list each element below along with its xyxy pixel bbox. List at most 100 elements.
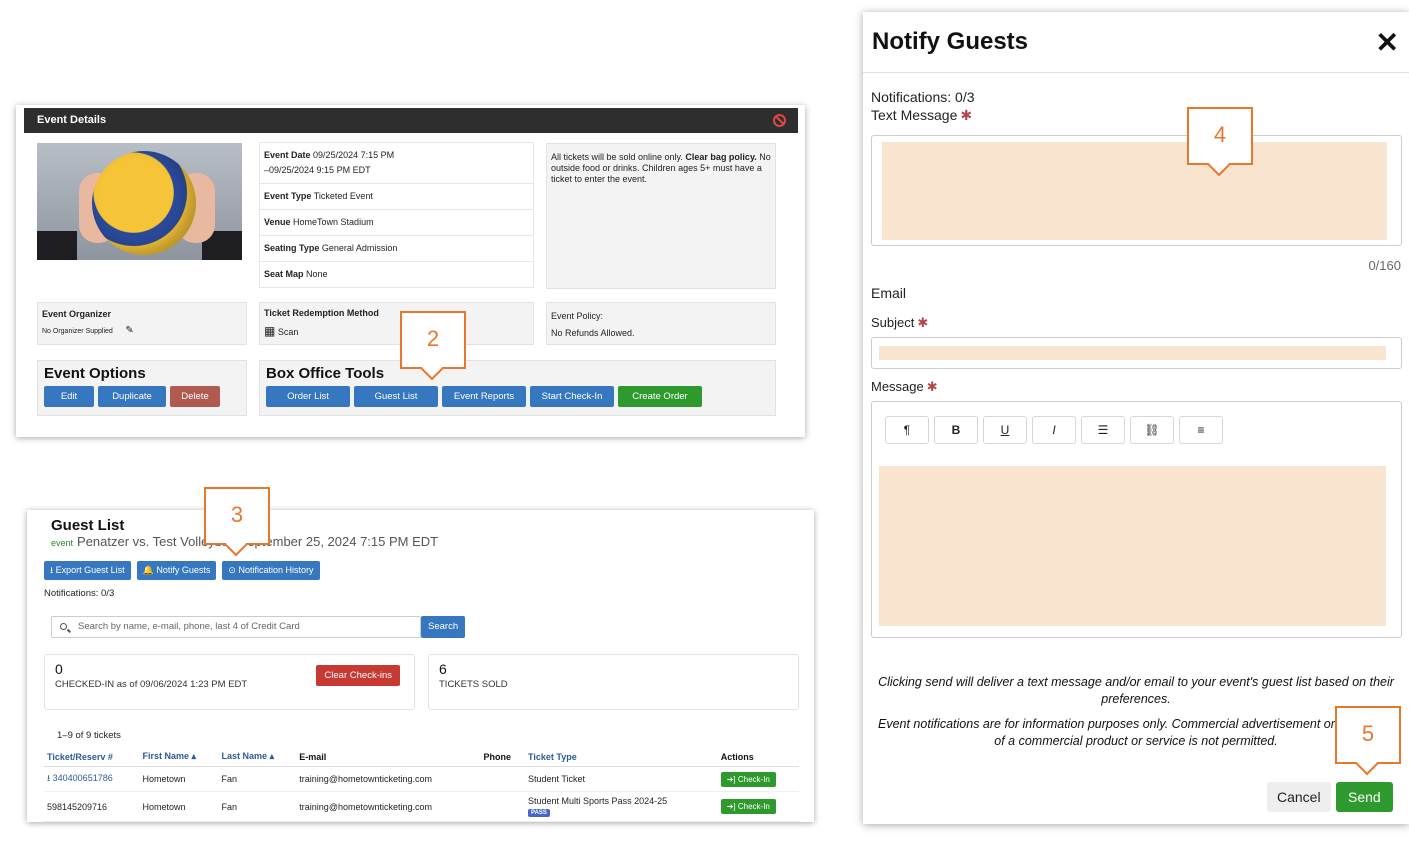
- seating-row: Seating Type General Admission: [259, 235, 534, 262]
- paragraph-icon[interactable]: ¶: [885, 416, 929, 444]
- create-order-button[interactable]: Create Order: [618, 386, 702, 407]
- checked-in-stat: 0 CHECKED-IN as of 09/06/2024 1:23 PM ED…: [44, 654, 415, 710]
- text-message-field[interactable]: [871, 135, 1402, 246]
- col-ticket[interactable]: Ticket/Reserv #: [44, 747, 140, 767]
- seatmap-label: Seat Map: [264, 269, 304, 279]
- guest-list-buttons: ⭳ Export Guest List 🔔 Notify Guests ⊙ Noti…: [44, 560, 326, 580]
- table-header-row: Ticket/Reserv # First Name ▴ Last Name ▴…: [44, 747, 799, 767]
- close-icon[interactable]: ✕: [1376, 26, 1399, 59]
- delete-button[interactable]: Delete: [170, 386, 220, 407]
- table-row: 598145209716 Hometown Fan training@homet…: [44, 791, 799, 822]
- modal-title: Notify Guests: [872, 28, 1029, 55]
- send-note: Clicking send will deliver a text messag…: [878, 675, 1394, 706]
- required-icon: ✱: [960, 107, 973, 123]
- organizer-label: Event Organizer: [42, 309, 112, 319]
- text-message-label: Text Message ✱: [871, 107, 972, 124]
- italic-icon[interactable]: I: [1032, 416, 1076, 444]
- edit-button[interactable]: Edit: [44, 386, 94, 407]
- email-section-label: Email: [871, 285, 907, 301]
- char-counter: 0/160: [1368, 258, 1401, 273]
- redemption-label: Ticket Redemption Method: [264, 308, 379, 318]
- step-callout-3: 3: [204, 487, 270, 545]
- email: training@hometownticketing.com: [296, 766, 481, 792]
- seating-value: General Admission: [321, 243, 398, 253]
- subject-label-text: Subject: [871, 315, 915, 330]
- col-last-name[interactable]: Last Name ▴: [218, 747, 297, 767]
- message-label-text: Message: [871, 379, 924, 394]
- event-description: All tickets will be sold online only. Cl…: [546, 143, 776, 289]
- modal-notifications-count: Notifications: 0/3: [871, 89, 975, 105]
- table-row: ⭳ 340400651786 Hometown Fan training@hom…: [44, 766, 799, 792]
- link-icon[interactable]: ⛓: [1130, 416, 1174, 444]
- col-ticket-type[interactable]: Ticket Type: [525, 747, 718, 767]
- redemption-value: Scan: [277, 327, 299, 337]
- ticket-number: 598145209716: [44, 791, 140, 822]
- event-type-value: Ticketed Event: [313, 191, 373, 201]
- no-entry-icon[interactable]: [773, 114, 786, 127]
- event-options-title: Event Options: [44, 365, 146, 382]
- guest-list-button[interactable]: Guest List: [354, 386, 438, 407]
- notification-history-button[interactable]: ⊙ Notification History: [222, 561, 320, 580]
- step-callout-4: 4: [1187, 107, 1253, 165]
- search-input[interactable]: Search by name, e-mail, phone, last 4 of…: [51, 616, 421, 638]
- subject-label: Subject ✱: [871, 315, 928, 331]
- col-first-name[interactable]: First Name ▴: [139, 747, 219, 767]
- ticket-number[interactable]: ⭳ 340400651786: [44, 766, 140, 792]
- event-details-header: Event Details: [24, 108, 798, 133]
- venue-value: HomeTown Stadium: [293, 217, 374, 227]
- guest-table: Ticket/Reserv # First Name ▴ Last Name ▴…: [44, 747, 799, 822]
- tickets-sold-count: 6: [439, 661, 447, 677]
- step-callout-5: 5: [1335, 706, 1401, 764]
- event-options-box: Event Options Edit Duplicate Delete: [37, 360, 247, 416]
- first-name: Hometown: [139, 766, 219, 792]
- ticket-type-cell: Student Multi Sports Pass 2024-25 PASS: [525, 791, 718, 822]
- message-editor: ¶ B U I ☰ ⛓ ≡: [871, 401, 1402, 638]
- text-message-fill: [882, 142, 1387, 240]
- volleyball-image: [92, 151, 196, 255]
- tickets-count: 1–9 of 9 tickets: [57, 730, 121, 741]
- phone: [480, 766, 526, 792]
- bold-icon[interactable]: B: [934, 416, 978, 444]
- pencil-icon[interactable]: ✎: [125, 325, 133, 336]
- ticket-redemption-box: Ticket Redemption Method ▦ Scan: [259, 302, 534, 345]
- send-button[interactable]: Send: [1336, 782, 1393, 812]
- ticket-type: Student Multi Sports Pass 2024-25: [528, 796, 668, 806]
- required-icon: ✱: [926, 379, 938, 394]
- check-in-button[interactable]: ➔] Check-In: [720, 771, 776, 787]
- last-name: Fan: [218, 766, 297, 792]
- venue-label: Venue: [264, 217, 291, 227]
- ticket-type: Student Ticket: [525, 766, 718, 792]
- seating-label: Seating Type: [264, 243, 320, 253]
- event-date-value: 09/25/2024 7:15 PM: [313, 150, 395, 160]
- required-icon: ✱: [917, 315, 929, 330]
- message-body-field[interactable]: [879, 466, 1386, 626]
- underline-icon[interactable]: U: [983, 416, 1027, 444]
- event-type-row: Event Type Ticketed Event: [259, 183, 534, 210]
- list-icon[interactable]: ☰: [1081, 416, 1125, 444]
- organizer-value: No Organizer Supplied: [42, 328, 113, 335]
- check-in-button[interactable]: ➔] Check-In: [720, 799, 776, 814]
- policy-text-1: All tickets will be sold online only.: [551, 152, 683, 162]
- email: training@hometownticketing.com: [296, 791, 481, 822]
- seatmap-row: Seat Map None: [259, 261, 534, 288]
- clear-check-ins-button[interactable]: Clear Check-ins: [316, 665, 400, 686]
- policy-note: Event notifications are for information …: [878, 717, 1394, 748]
- export-guest-list-button[interactable]: ⭳ Export Guest List: [44, 561, 131, 580]
- event-reports-button[interactable]: Event Reports: [442, 386, 526, 407]
- event-tag: event: [51, 538, 74, 548]
- event-policy-label: Event Policy:: [551, 311, 604, 321]
- order-list-button[interactable]: Order List: [266, 386, 350, 407]
- notifications-count: Notifications: 0/3: [44, 588, 115, 599]
- cancel-button[interactable]: Cancel: [1267, 782, 1331, 812]
- align-icon[interactable]: ≡: [1179, 416, 1223, 444]
- search-button[interactable]: Search: [421, 616, 466, 638]
- subject-field[interactable]: [871, 337, 1402, 369]
- col-actions: Actions: [717, 747, 799, 767]
- duplicate-button[interactable]: Duplicate: [98, 386, 166, 407]
- seatmap-value: None: [306, 269, 328, 279]
- start-check-in-button[interactable]: Start Check-In: [530, 386, 614, 407]
- event-details-title: Event Details: [37, 114, 107, 126]
- pass-badge: PASS: [528, 809, 550, 817]
- notify-guests-button[interactable]: 🔔 Notify Guests: [136, 561, 217, 580]
- col-phone: Phone: [480, 747, 526, 767]
